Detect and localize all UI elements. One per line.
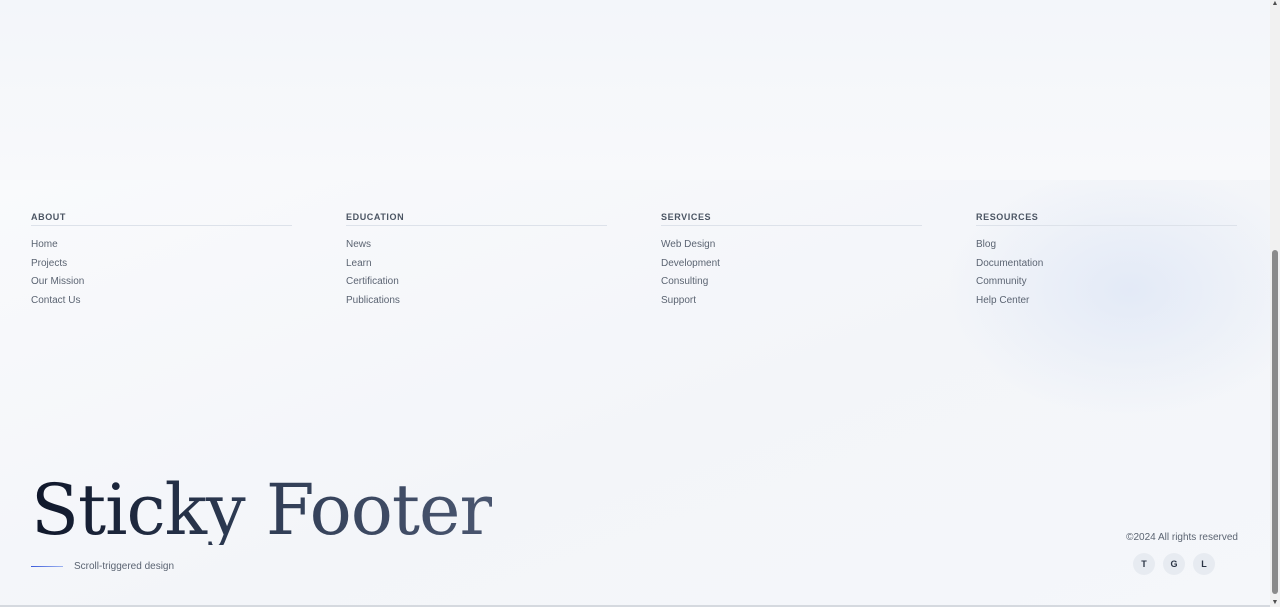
column-heading: RESOURCES — [976, 212, 1237, 226]
footer-link-our-mission[interactable]: Our Mission — [31, 275, 292, 294]
footer-link-development[interactable]: Development — [661, 257, 922, 276]
footer-link-publications[interactable]: Publications — [346, 294, 607, 313]
footer-link-help-center[interactable]: Help Center — [976, 294, 1237, 313]
footer-link-learn[interactable]: Learn — [346, 257, 607, 276]
footer-link-support[interactable]: Support — [661, 294, 922, 313]
tagline: Scroll-triggered design — [74, 561, 175, 572]
link-list: Home Projects Our Mission Contact Us — [31, 238, 292, 313]
footer-link-blog[interactable]: Blog — [976, 238, 1237, 257]
footer-link-documentation[interactable]: Documentation — [976, 257, 1237, 276]
scroll-up-arrow-icon[interactable]: ▲ — [1271, 0, 1279, 8]
scroll-down-arrow-icon[interactable]: ▼ — [1271, 599, 1279, 607]
footer-column-about: ABOUT Home Projects Our Mission Contact … — [31, 212, 292, 313]
vertical-scrollbar[interactable]: ▲ ▼ — [1270, 0, 1280, 607]
scrollbar-thumb[interactable] — [1272, 250, 1278, 594]
social-link-t[interactable]: T — [1133, 553, 1155, 575]
sticky-footer: ABOUT Home Projects Our Mission Contact … — [0, 180, 1270, 605]
social-link-g[interactable]: G — [1163, 553, 1185, 575]
footer-link-consulting[interactable]: Consulting — [661, 275, 922, 294]
link-list: Web Design Development Consulting Suppor… — [661, 238, 922, 313]
footer-link-community[interactable]: Community — [976, 275, 1237, 294]
footer-column-resources: RESOURCES Blog Documentation Community H… — [976, 212, 1237, 313]
footer-link-home[interactable]: Home — [31, 238, 292, 257]
social-link-l[interactable]: L — [1193, 553, 1215, 575]
social-links: T G L — [1133, 553, 1215, 575]
footer-link-news[interactable]: News — [346, 238, 607, 257]
tagline-accent-line — [31, 566, 63, 567]
link-list: Blog Documentation Community Help Center — [976, 238, 1237, 313]
column-heading: SERVICES — [661, 212, 922, 226]
copyright-text: ©2024 All rights reserved — [1126, 532, 1238, 543]
column-heading: EDUCATION — [346, 212, 607, 226]
column-heading: ABOUT — [31, 212, 292, 226]
footer-link-contact-us[interactable]: Contact Us — [31, 294, 292, 313]
page-content-area — [0, 0, 1270, 180]
footer-column-education: EDUCATION News Learn Certification Publi… — [346, 212, 607, 313]
link-list: News Learn Certification Publications — [346, 238, 607, 313]
footer-column-services: SERVICES Web Design Development Consulti… — [661, 212, 922, 313]
footer-link-certification[interactable]: Certification — [346, 275, 607, 294]
footer-link-projects[interactable]: Projects — [31, 257, 292, 276]
footer-link-web-design[interactable]: Web Design — [661, 238, 922, 257]
brand-title: Sticky Footer — [31, 469, 493, 551]
